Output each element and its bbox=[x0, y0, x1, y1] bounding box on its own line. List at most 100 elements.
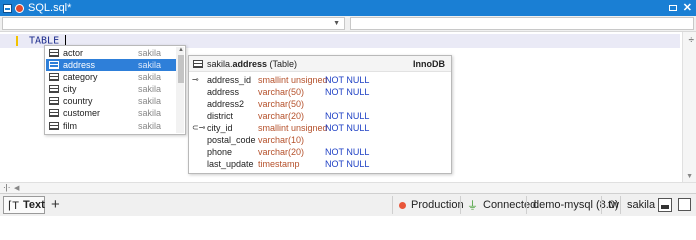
text-view-tab[interactable]: ⌈T Text bbox=[3, 196, 45, 214]
autocomplete-item-name: category bbox=[63, 72, 98, 82]
column-type: varchar(10) bbox=[258, 135, 305, 145]
column-type: varchar(20) bbox=[258, 111, 305, 121]
autocomplete-item-name: customer bbox=[63, 108, 101, 118]
column-type: varchar(20) bbox=[258, 147, 305, 157]
column-nullability: NOT NULL bbox=[325, 75, 370, 85]
connection-combo[interactable]: ▼ bbox=[2, 17, 345, 30]
add-tab-button[interactable]: + bbox=[51, 196, 60, 214]
column-row: ⊸ address_id smallint unsigned NOT NULL bbox=[189, 75, 451, 87]
window-title: SQL.sql* bbox=[28, 2, 72, 14]
table-icon bbox=[49, 73, 59, 81]
table-icon bbox=[49, 97, 59, 105]
table-icon bbox=[49, 109, 59, 117]
column-row: ⊂⊸ city_id smallint unsigned NOT NULL bbox=[189, 123, 451, 135]
autocomplete-item-schema: sakila bbox=[138, 60, 162, 70]
column-row: postal_code varchar(10) bbox=[189, 135, 451, 147]
table-detail-header: sakila.address (Table) InnoDB bbox=[189, 56, 451, 72]
autocomplete-item-selected[interactable]: address sakila bbox=[46, 59, 176, 71]
table-icon bbox=[49, 49, 59, 57]
column-nullability: NOT NULL bbox=[325, 87, 370, 97]
text-view-label: Text bbox=[23, 199, 45, 211]
database-combo[interactable] bbox=[350, 17, 694, 30]
table-icon bbox=[49, 61, 59, 69]
autocomplete-item-schema: sakila bbox=[138, 121, 162, 131]
column-name: postal_code bbox=[207, 135, 256, 145]
database-label: sakila bbox=[627, 199, 656, 211]
table-icon bbox=[49, 122, 59, 130]
column-nullability: NOT NULL bbox=[325, 159, 370, 169]
plug-icon: ⏚ bbox=[467, 200, 478, 212]
production-dot-icon bbox=[399, 201, 406, 209]
foreign-key-icon: ⊂⊸ bbox=[192, 123, 206, 132]
column-type: timestamp bbox=[258, 159, 300, 169]
column-row: address varchar(50) NOT NULL bbox=[189, 87, 451, 99]
primary-key-icon: ⊸ bbox=[192, 75, 199, 84]
table-schema: sakila. bbox=[207, 58, 233, 69]
autocomplete-item-schema: sakila bbox=[138, 72, 162, 82]
panel-layout-icon[interactable] bbox=[658, 198, 672, 212]
autocomplete-item-name: city bbox=[63, 84, 77, 94]
autocomplete-item-name: address bbox=[63, 60, 96, 70]
autocomplete-popup: actor sakila address sakila category sak… bbox=[44, 45, 186, 135]
user-indicator[interactable]: tw bbox=[601, 196, 619, 214]
table-kind: (Table) bbox=[267, 58, 298, 69]
horizontal-scrollbar[interactable]: ·|· ◀ bbox=[0, 182, 696, 193]
status-bar: ⌈T Text + Production ⏚ Connected. demo-m… bbox=[0, 193, 696, 216]
close-icon[interactable]: ✕ bbox=[683, 2, 692, 14]
chevron-down-icon[interactable]: ▼ bbox=[333, 18, 340, 30]
user-label: tw bbox=[608, 199, 619, 211]
query-toolbar: ▼ bbox=[0, 16, 696, 32]
table-detail-tooltip: sakila.address (Table) InnoDB ⊸ address_… bbox=[188, 55, 452, 174]
autocomplete-item[interactable]: country sakila bbox=[46, 95, 176, 107]
split-editor-icon[interactable]: ÷ bbox=[689, 35, 695, 46]
scroll-left-icon[interactable]: ◀ bbox=[14, 184, 19, 192]
column-name: last_update bbox=[207, 159, 254, 169]
column-row: district varchar(20) NOT NULL bbox=[189, 111, 451, 123]
window-titlebar: SQL.sql* ✕ bbox=[0, 0, 696, 16]
app-icon bbox=[3, 3, 12, 13]
text-icon: ⌈T bbox=[8, 199, 20, 212]
autocomplete-item-schema: sakila bbox=[138, 48, 162, 58]
autocomplete-item-schema: sakila bbox=[138, 84, 162, 94]
environment-indicator[interactable]: Production bbox=[392, 196, 464, 214]
column-row: address2 varchar(50) bbox=[189, 99, 451, 111]
maximize-icon[interactable] bbox=[668, 5, 677, 11]
column-name: address bbox=[207, 87, 240, 97]
table-icon bbox=[193, 59, 203, 68]
column-name: address2 bbox=[207, 99, 245, 109]
table-name: address bbox=[232, 58, 268, 69]
vertical-scrollbar[interactable]: ÷ ▼ bbox=[682, 32, 696, 182]
table-engine: InnoDB bbox=[413, 58, 445, 69]
autocomplete-scroll-thumb[interactable] bbox=[178, 55, 184, 83]
scroll-down-icon[interactable]: ▼ bbox=[686, 173, 693, 180]
autocomplete-item[interactable]: customer sakila bbox=[46, 107, 176, 119]
table-detail-title: sakila.address (Table) bbox=[207, 59, 297, 69]
scroll-up-icon[interactable]: ▲ bbox=[178, 47, 184, 53]
autocomplete-item-name: actor bbox=[63, 48, 84, 58]
autocomplete-item[interactable]: category sakila bbox=[46, 71, 176, 83]
database-indicator[interactable]: sakila bbox=[620, 196, 655, 214]
autocomplete-item-schema: sakila bbox=[138, 96, 162, 106]
autocomplete-item[interactable]: actor sakila bbox=[46, 47, 176, 59]
column-type: smallint unsigned bbox=[258, 123, 328, 133]
column-row: phone varchar(20) NOT NULL bbox=[189, 147, 451, 159]
autocomplete-item[interactable]: city sakila bbox=[46, 83, 176, 95]
column-name: city_id bbox=[207, 123, 233, 133]
column-nullability: NOT NULL bbox=[325, 147, 370, 157]
column-nullability: NOT NULL bbox=[325, 123, 370, 133]
table-icon bbox=[49, 85, 59, 93]
column-type: smallint unsigned bbox=[258, 75, 328, 85]
autocomplete-item-name: film bbox=[63, 121, 77, 131]
split-horizontal-icon[interactable]: ·|· bbox=[3, 183, 10, 192]
column-name: address_id bbox=[207, 75, 252, 85]
change-marker bbox=[16, 36, 18, 46]
autocomplete-item-schema: sakila bbox=[138, 108, 162, 118]
column-type: varchar(50) bbox=[258, 99, 305, 109]
autocomplete-item-name: country bbox=[63, 96, 93, 106]
column-nullability: NOT NULL bbox=[325, 111, 370, 121]
autocomplete-item[interactable]: film sakila bbox=[46, 120, 176, 132]
environment-label: Production bbox=[411, 199, 464, 211]
unsaved-indicator-icon bbox=[15, 3, 24, 13]
single-layout-icon[interactable] bbox=[678, 198, 691, 211]
column-row: last_update timestamp NOT NULL bbox=[189, 159, 451, 171]
